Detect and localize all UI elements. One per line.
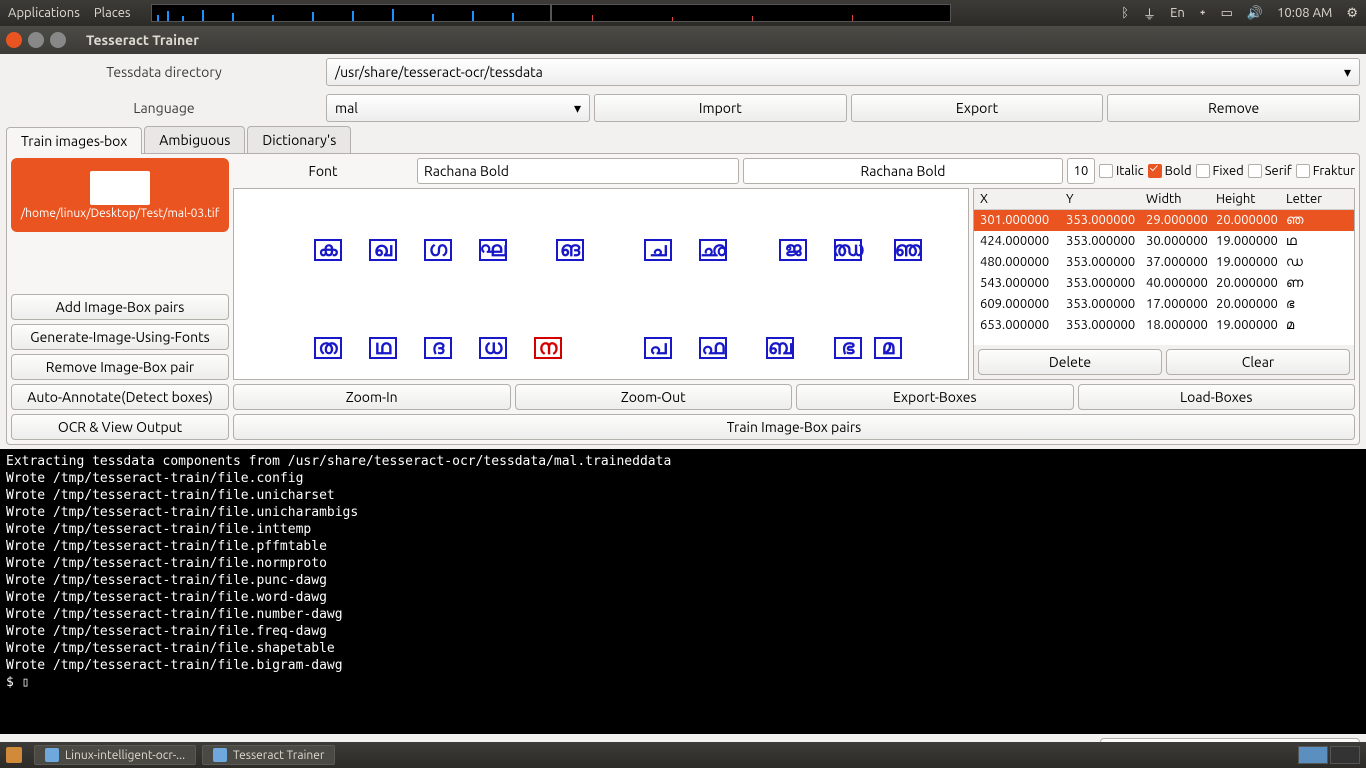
col-y[interactable]: Y: [1060, 189, 1140, 209]
show-desktop-button[interactable]: [6, 747, 22, 763]
image-canvas[interactable]: ക ഖ ഗ ഘ ങ ച ഛ ജ ഝ ഞ ത ഥ ദ ധ ന പ ഫ ബ ഭമ: [233, 188, 969, 380]
places-menu[interactable]: Places: [94, 6, 131, 20]
workspace-2[interactable]: [1330, 746, 1360, 764]
glyph-box[interactable]: ദ: [424, 337, 452, 359]
image-path-label: /home/linux/Desktop/Test/mal-03.tif: [21, 207, 220, 220]
applications-menu[interactable]: Applications: [8, 6, 80, 20]
volume-icon[interactable]: 🔊: [1247, 6, 1263, 21]
bluetooth-icon[interactable]: ᛒ: [1121, 6, 1129, 20]
table-row[interactable]: 301.000000353.00000029.00000020.000000ഞ: [974, 210, 1354, 231]
remove-image-box-pair-button[interactable]: Remove Image-Box pair: [11, 354, 229, 380]
tab-ambiguous[interactable]: Ambiguous: [144, 126, 245, 153]
glyph-box[interactable]: ക: [314, 239, 342, 261]
glyph-box[interactable]: ധ: [479, 337, 507, 359]
glyph-box[interactable]: ഖ: [369, 239, 397, 261]
font-name-input[interactable]: [417, 158, 739, 184]
coordinates-table: X Y Width Height Letter 301.000000353.00…: [973, 188, 1355, 380]
glyph-box[interactable]: ന: [534, 337, 562, 359]
settings-gear-icon[interactable]: ⚙: [1346, 6, 1358, 21]
table-row[interactable]: 653.000000353.00000018.00000019.000000മ: [974, 315, 1354, 336]
tessdata-directory-combo[interactable]: /usr/share/tesseract-ocr/tessdata ▾: [326, 58, 1360, 86]
workspace-switcher[interactable]: [1298, 746, 1360, 764]
clear-button[interactable]: Clear: [1166, 349, 1350, 375]
glyph-box[interactable]: ജ: [779, 239, 807, 261]
glyph-box[interactable]: ഘ: [479, 239, 507, 261]
train-image-box-pairs-button[interactable]: Train Image-Box pairs: [233, 414, 1355, 440]
delete-button[interactable]: Delete: [978, 349, 1162, 375]
font-family-input[interactable]: [743, 158, 1063, 184]
remove-button[interactable]: Remove: [1107, 94, 1360, 122]
glyph-box[interactable]: മ: [874, 337, 902, 359]
export-boxes-button[interactable]: Export-Boxes: [796, 384, 1074, 410]
app-icon: [213, 748, 227, 762]
window-titlebar: Tesseract Trainer: [0, 26, 1366, 54]
table-row[interactable]: 543.000000353.00000040.00000020.000000ണ: [974, 273, 1354, 294]
glyph-box[interactable]: ഥ: [369, 337, 397, 359]
export-button[interactable]: Export: [851, 94, 1104, 122]
bottom-taskbar: Linux-intelligent-ocr-... Tesseract Trai…: [0, 742, 1366, 768]
cpu-graph: [151, 4, 551, 22]
image-card[interactable]: /home/linux/Desktop/Test/mal-03.tif: [11, 158, 229, 232]
taskbar-item-liocr[interactable]: Linux-intelligent-ocr-...: [34, 745, 196, 765]
table-row[interactable]: 480.000000353.00000037.00000019.000000ഡ: [974, 252, 1354, 273]
language-label: Language: [6, 100, 322, 116]
glyph-box[interactable]: ഞ: [894, 239, 922, 261]
generate-image-using-fonts-button[interactable]: Generate-Image-Using-Fonts: [11, 324, 229, 350]
col-width[interactable]: Width: [1140, 189, 1210, 209]
app-icon: [45, 748, 59, 762]
minimize-icon[interactable]: [28, 32, 44, 48]
zoom-in-button[interactable]: Zoom-In: [233, 384, 511, 410]
fraktur-checkbox[interactable]: Fraktur: [1296, 164, 1355, 178]
col-letter[interactable]: Letter: [1280, 189, 1336, 209]
glyph-box[interactable]: ഛ: [699, 239, 727, 261]
net-graph: [551, 4, 951, 22]
font-size-input[interactable]: [1067, 158, 1095, 184]
tab-dictionarys[interactable]: Dictionary's: [247, 126, 351, 153]
wifi-icon[interactable]: ⏚: [1143, 4, 1156, 23]
language-combo[interactable]: mal ▾: [326, 94, 590, 122]
bold-checkbox[interactable]: Bold: [1148, 164, 1192, 178]
ocr-view-output-button[interactable]: OCR & View Output: [11, 414, 229, 440]
tessdata-label: Tessdata directory: [6, 64, 322, 80]
workspace-1[interactable]: [1298, 746, 1328, 764]
tab-train-images[interactable]: Train images-box: [6, 127, 142, 154]
system-tray: ᛒ ⏚ En ᛭ ▭ 🔊 10:08 AM ⚙: [1121, 4, 1358, 23]
italic-checkbox[interactable]: Italic: [1099, 164, 1144, 178]
glyph-box[interactable]: ങ: [556, 239, 584, 261]
col-height[interactable]: Height: [1210, 189, 1280, 209]
chevron-down-icon: ▾: [574, 100, 581, 117]
keyboard-indicator[interactable]: En: [1170, 6, 1185, 20]
table-row[interactable]: 609.000000353.00000017.00000020.000000ഭ: [974, 294, 1354, 315]
glyph-box[interactable]: പ: [644, 337, 672, 359]
chevron-down-icon: ▾: [1344, 64, 1351, 81]
close-icon[interactable]: [6, 32, 22, 48]
maximize-icon[interactable]: [50, 32, 66, 48]
fixed-checkbox[interactable]: Fixed: [1196, 164, 1244, 178]
battery-icon[interactable]: ▭: [1221, 6, 1233, 21]
glyph-box[interactable]: ഗ: [424, 239, 452, 261]
load-boxes-button[interactable]: Load-Boxes: [1078, 384, 1356, 410]
glyph-box[interactable]: ത: [314, 337, 342, 359]
glyph-box[interactable]: ഭ: [834, 337, 862, 359]
image-thumbnail: [90, 171, 150, 205]
auto-annotate-button[interactable]: Auto-Annotate(Detect boxes): [11, 384, 229, 410]
taskbar-item-tesseract-trainer[interactable]: Tesseract Trainer: [202, 745, 335, 765]
import-button[interactable]: Import: [594, 94, 847, 122]
glyph-box[interactable]: ബ: [766, 337, 794, 359]
add-image-box-pairs-button[interactable]: Add Image-Box pairs: [11, 294, 229, 320]
zoom-out-button[interactable]: Zoom-Out: [515, 384, 793, 410]
bluetooth2-icon[interactable]: ᛭: [1199, 6, 1207, 20]
font-label: Font: [233, 163, 413, 179]
table-row[interactable]: 424.000000353.00000030.00000019.000000ഥ: [974, 231, 1354, 252]
glyph-box[interactable]: ഝ: [834, 239, 862, 261]
serif-checkbox[interactable]: Serif: [1248, 164, 1292, 178]
col-x[interactable]: X: [974, 189, 1060, 209]
terminal-output[interactable]: Extracting tessdata components from /usr…: [0, 449, 1366, 734]
window-title: Tesseract Trainer: [86, 32, 199, 48]
glyph-box[interactable]: ഫ: [699, 337, 727, 359]
clock[interactable]: 10:08 AM: [1277, 6, 1332, 20]
system-top-panel: Applications Places ᛒ ⏚ En ᛭ ▭ 🔊 10:08 A…: [0, 0, 1366, 26]
glyph-box[interactable]: ച: [644, 239, 672, 261]
